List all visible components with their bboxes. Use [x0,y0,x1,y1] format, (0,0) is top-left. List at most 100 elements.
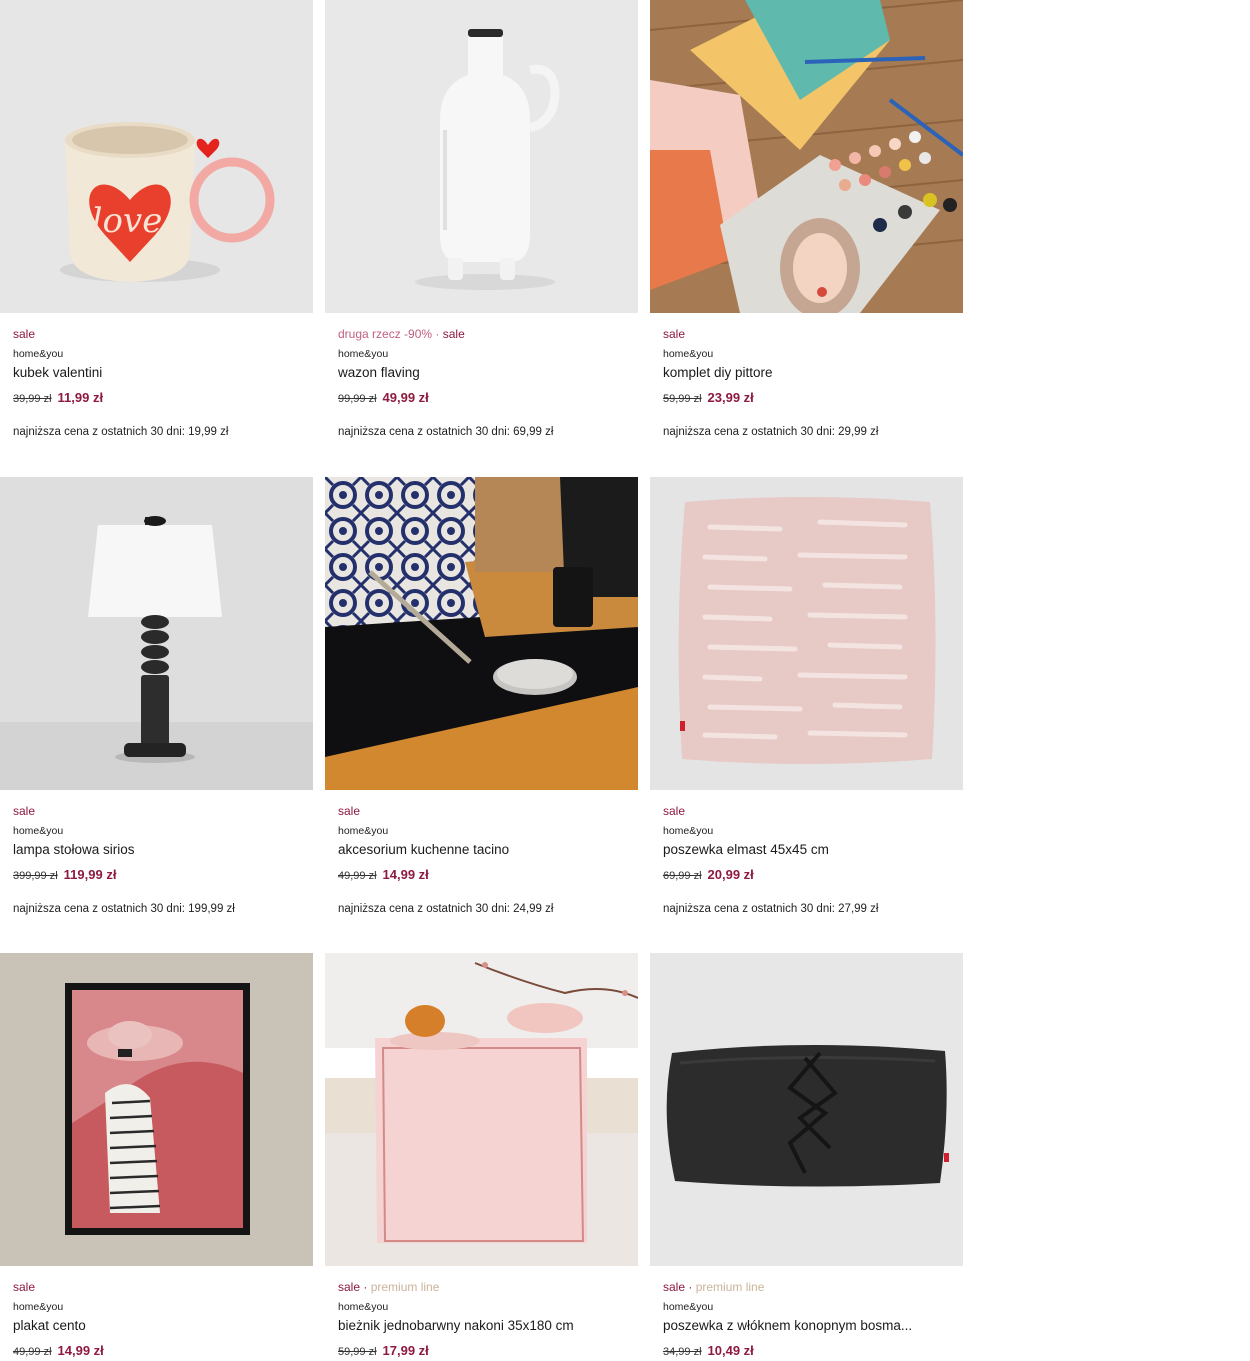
premium-line-badge: premium line [370,1280,440,1294]
premium-line-badge: premium line [695,1280,765,1294]
product-info: sale · premium line home&you poszewka z … [663,1279,958,1361]
lowest-price-note: najniższa cena z ostatnich 30 dni: 69,99… [338,426,554,438]
new-price: 17,99 zł [382,1343,429,1358]
badges: druga rzecz -90% · sale [338,326,633,342]
product-brand: home&you [663,825,714,837]
product-name[interactable]: plakat cento [13,1317,308,1334]
product-image[interactable] [325,0,638,313]
product-image[interactable] [0,477,313,790]
product-info: sale home&you plakat cento 49,99 zł 14,99… [13,1279,308,1361]
product-info: druga rzecz -90% · sale home&you wazon f… [338,326,633,439]
product-brand: home&you [13,825,64,837]
badges: sale [13,1279,308,1295]
old-price: 59,99 zł [338,1346,377,1358]
sale-badge: sale [663,1280,686,1294]
badges: sale [13,326,308,342]
product-image[interactable] [325,953,638,1266]
product-name[interactable]: akcesorium kuchenne tacino [338,841,633,858]
badge-separator: · [688,1280,693,1294]
product-image[interactable] [650,477,963,790]
product-name[interactable]: poszewka elmast 45x45 cm [663,841,958,858]
product-brand: home&you [338,825,389,837]
product-brand: home&you [663,1301,714,1313]
old-price: 39,99 zł [13,393,52,405]
price-row: 69,99 zł 20,99 zł [663,866,958,885]
price-row: 39,99 zł 11,99 zł [13,389,308,408]
table-runner-photo [325,953,638,1266]
old-price: 69,99 zł [663,870,702,882]
vase-photo [325,0,638,313]
sale-badge: sale [663,804,686,818]
price-row: 99,99 zł 49,99 zł [338,389,633,408]
new-price: 20,99 zł [707,867,754,882]
price-row: 34,99 zł 10,49 zł [663,1342,958,1361]
old-price: 49,99 zł [338,870,377,882]
lowest-price-note: najniższa cena z ostatnich 30 dni: 19,99… [13,426,229,438]
sale-badge: sale [442,327,465,341]
promo-badge: druga rzecz -90% [338,327,433,341]
new-price: 10,49 zł [707,1343,754,1358]
product-name[interactable]: lampa stołowa sirios [13,841,308,858]
product-brand: home&you [13,1301,64,1313]
price-row: 59,99 zł 17,99 zł [338,1342,633,1361]
sale-badge: sale [13,327,36,341]
sale-badge: sale [13,1280,36,1294]
badge-separator: · [435,327,440,341]
product-info: sale home&you poszewka elmast 45x45 cm 6… [663,803,958,916]
poster-photo [0,953,313,1266]
product-image[interactable] [650,953,963,1266]
pillowcase-black-photo [650,953,963,1266]
lowest-price-note: najniższa cena z ostatnich 30 dni: 24,99… [338,903,554,915]
pillowcase-pink-photo [650,477,963,790]
new-price: 14,99 zł [382,867,429,882]
lowest-price-note: najniższa cena z ostatnich 30 dni: 199,9… [13,903,235,915]
product-info: sale home&you akcesorium kuchenne tacino… [338,803,633,916]
product-info: sale · premium line home&you bieżnik jed… [338,1279,633,1361]
product-name[interactable]: komplet diy pittore [663,364,958,381]
product-name[interactable]: kubek valentini [13,364,308,381]
old-price: 399,99 zł [13,870,58,882]
product-image[interactable] [0,953,313,1266]
badges: sale [338,803,633,819]
badges: sale [663,803,958,819]
product-name[interactable]: poszewka z włóknem konopnym bosma... [663,1317,958,1334]
price-row: 49,99 zł 14,99 zł [338,866,633,885]
diy-paint-kit-photo [650,0,963,313]
sale-badge: sale [338,804,361,818]
old-price: 49,99 zł [13,1346,52,1358]
new-price: 23,99 zł [707,390,754,405]
product-image[interactable] [650,0,963,313]
product-image[interactable]: love [0,0,313,313]
product-info: sale home&you komplet diy pittore 59,99 … [663,326,958,439]
badge-separator: · [363,1280,368,1294]
sale-badge: sale [338,1280,361,1294]
badges: sale · premium line [338,1279,633,1295]
price-row: 49,99 zł 14,99 zł [13,1342,308,1361]
badges: sale [663,326,958,342]
new-price: 49,99 zł [382,390,429,405]
sale-badge: sale [13,804,36,818]
svg-text:love: love [92,201,163,241]
product-image[interactable] [325,477,638,790]
new-price: 14,99 zł [57,1343,104,1358]
old-price: 59,99 zł [663,393,702,405]
lowest-price-note: najniższa cena z ostatnich 30 dni: 29,99… [663,426,879,438]
badges: sale [13,803,308,819]
old-price: 34,99 zł [663,1346,702,1358]
new-price: 119,99 zł [63,867,117,882]
product-info: sale home&you kubek valentini 39,99 zł 11… [13,326,308,439]
mug-photo: love [0,0,313,313]
price-row: 59,99 zł 23,99 zł [663,389,958,408]
product-brand: home&you [338,1301,389,1313]
product-brand: home&you [13,348,64,360]
price-row: 399,99 zł 119,99 zł [13,866,308,885]
badges: sale · premium line [663,1279,958,1295]
old-price: 99,99 zł [338,393,377,405]
product-name[interactable]: bieżnik jednobarwny nakoni 35x180 cm [338,1317,633,1334]
product-brand: home&you [338,348,389,360]
sale-badge: sale [663,327,686,341]
product-name[interactable]: wazon flaving [338,364,633,381]
table-lamp-photo [0,477,313,790]
product-brand: home&you [663,348,714,360]
lowest-price-note: najniższa cena z ostatnich 30 dni: 27,99… [663,903,879,915]
